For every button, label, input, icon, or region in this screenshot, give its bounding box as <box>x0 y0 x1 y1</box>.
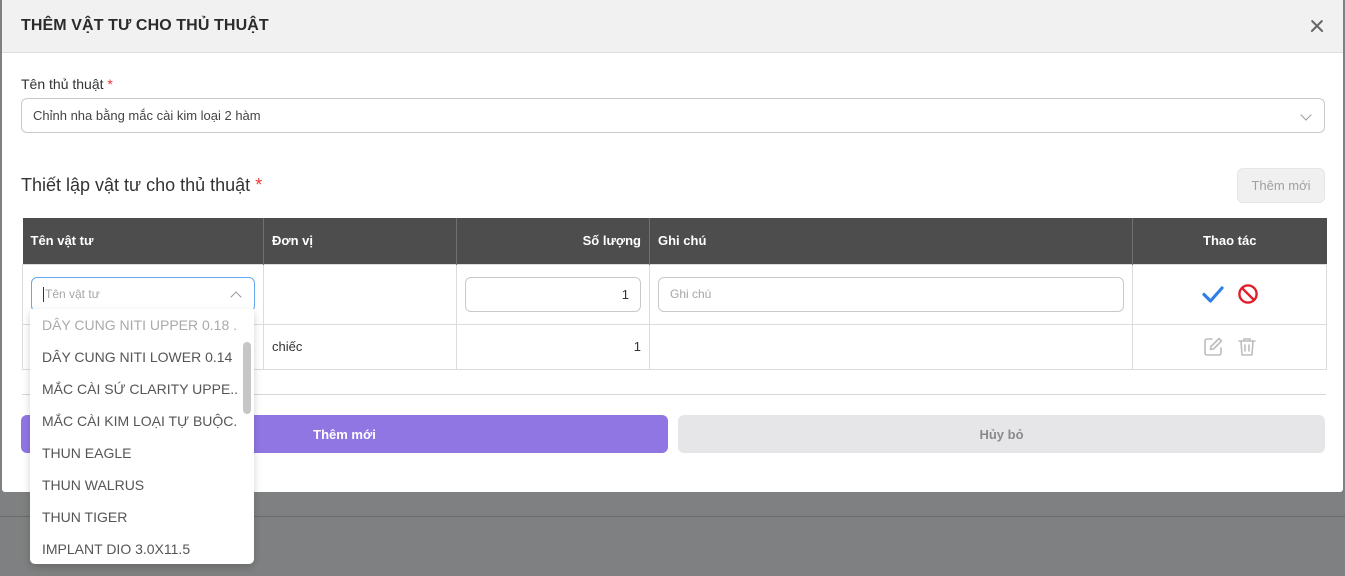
dropdown-option[interactable]: THUN TIGER <box>42 501 238 533</box>
section-title-text: Thiết lập vật tư cho thủ thuật <box>21 175 251 195</box>
chevron-up-icon <box>230 290 242 303</box>
dropdown-option[interactable]: THUN EAGLE <box>42 437 238 469</box>
cell-qty: 1 <box>456 263 650 325</box>
dropdown-option[interactable]: DÂY CUNG NITI UPPER 0.18 ... <box>42 309 238 341</box>
cell-actions <box>1132 323 1327 370</box>
cell-actions <box>1132 263 1327 325</box>
add-row-button[interactable]: Thêm mới <box>1237 168 1325 203</box>
note-input[interactable]: Ghi chú <box>658 276 1124 312</box>
chevron-down-icon <box>1300 109 1312 121</box>
section-title: Thiết lập vật tư cho thủ thuật * <box>21 175 262 196</box>
cell-unit: chiếc <box>263 323 457 370</box>
required-mark: * <box>107 76 113 92</box>
cancel-icon[interactable] <box>1237 283 1259 305</box>
required-mark: * <box>255 175 263 195</box>
procedure-label-text: Tên thủ thuật <box>21 76 104 92</box>
quantity-input[interactable]: 1 <box>465 276 641 312</box>
supply-name-input[interactable]: Tên vật tư <box>31 276 255 312</box>
supply-dropdown: DÂY CUNG NITI UPPER 0.18 ... DÂY CUNG NI… <box>30 309 254 564</box>
col-header-qty: Số lượng <box>456 218 650 264</box>
col-header-name: Tên vật tư <box>22 218 264 264</box>
dropdown-option[interactable]: IMPLANT DIO 3.0X11.5 <box>42 533 238 564</box>
cell-note: Ghi chú <box>649 263 1133 325</box>
supply-name-placeholder: Tên vật tư <box>45 287 100 301</box>
cell-unit <box>263 263 457 325</box>
dropdown-scrollbar[interactable] <box>243 342 251 414</box>
procedure-select-value: Chỉnh nha bằng mắc cài kim loại 2 hàm <box>33 108 261 123</box>
col-header-unit: Đơn vị <box>263 218 457 264</box>
row-actions <box>1141 282 1318 306</box>
cell-note <box>649 323 1133 370</box>
cancel-button[interactable]: Hủy bỏ <box>678 415 1325 453</box>
procedure-label: Tên thủ thuật * <box>21 76 113 92</box>
dropdown-option[interactable]: MẮC CÀI KIM LOẠI TỰ BUỘC... <box>42 405 238 437</box>
modal-header: THÊM VẬT TƯ CHO THỦ THUẬT <box>2 0 1343 53</box>
close-icon[interactable] <box>1307 16 1327 36</box>
col-header-note: Ghi chú <box>649 218 1133 264</box>
dropdown-option[interactable]: MẮC CÀI SỨ CLARITY UPPE... <box>42 373 238 405</box>
dropdown-option[interactable]: DÂY CUNG NITI LOWER 0.14 <box>42 341 238 373</box>
col-header-actions: Thao tác <box>1132 218 1327 264</box>
trash-icon[interactable] <box>1236 336 1258 358</box>
cell-qty: 1 <box>456 323 650 370</box>
text-caret <box>43 286 44 302</box>
modal-title: THÊM VẬT TƯ CHO THỦ THUẬT <box>21 17 269 34</box>
procedure-select[interactable]: Chỉnh nha bằng mắc cài kim loại 2 hàm <box>21 98 1325 133</box>
check-icon[interactable] <box>1201 282 1225 306</box>
row-actions <box>1141 336 1318 358</box>
edit-icon[interactable] <box>1202 336 1224 358</box>
table-header-row: Tên vật tư Đơn vị Số lượng Ghi chú Thao … <box>22 218 1327 264</box>
dropdown-option[interactable]: THUN WALRUS <box>42 469 238 501</box>
